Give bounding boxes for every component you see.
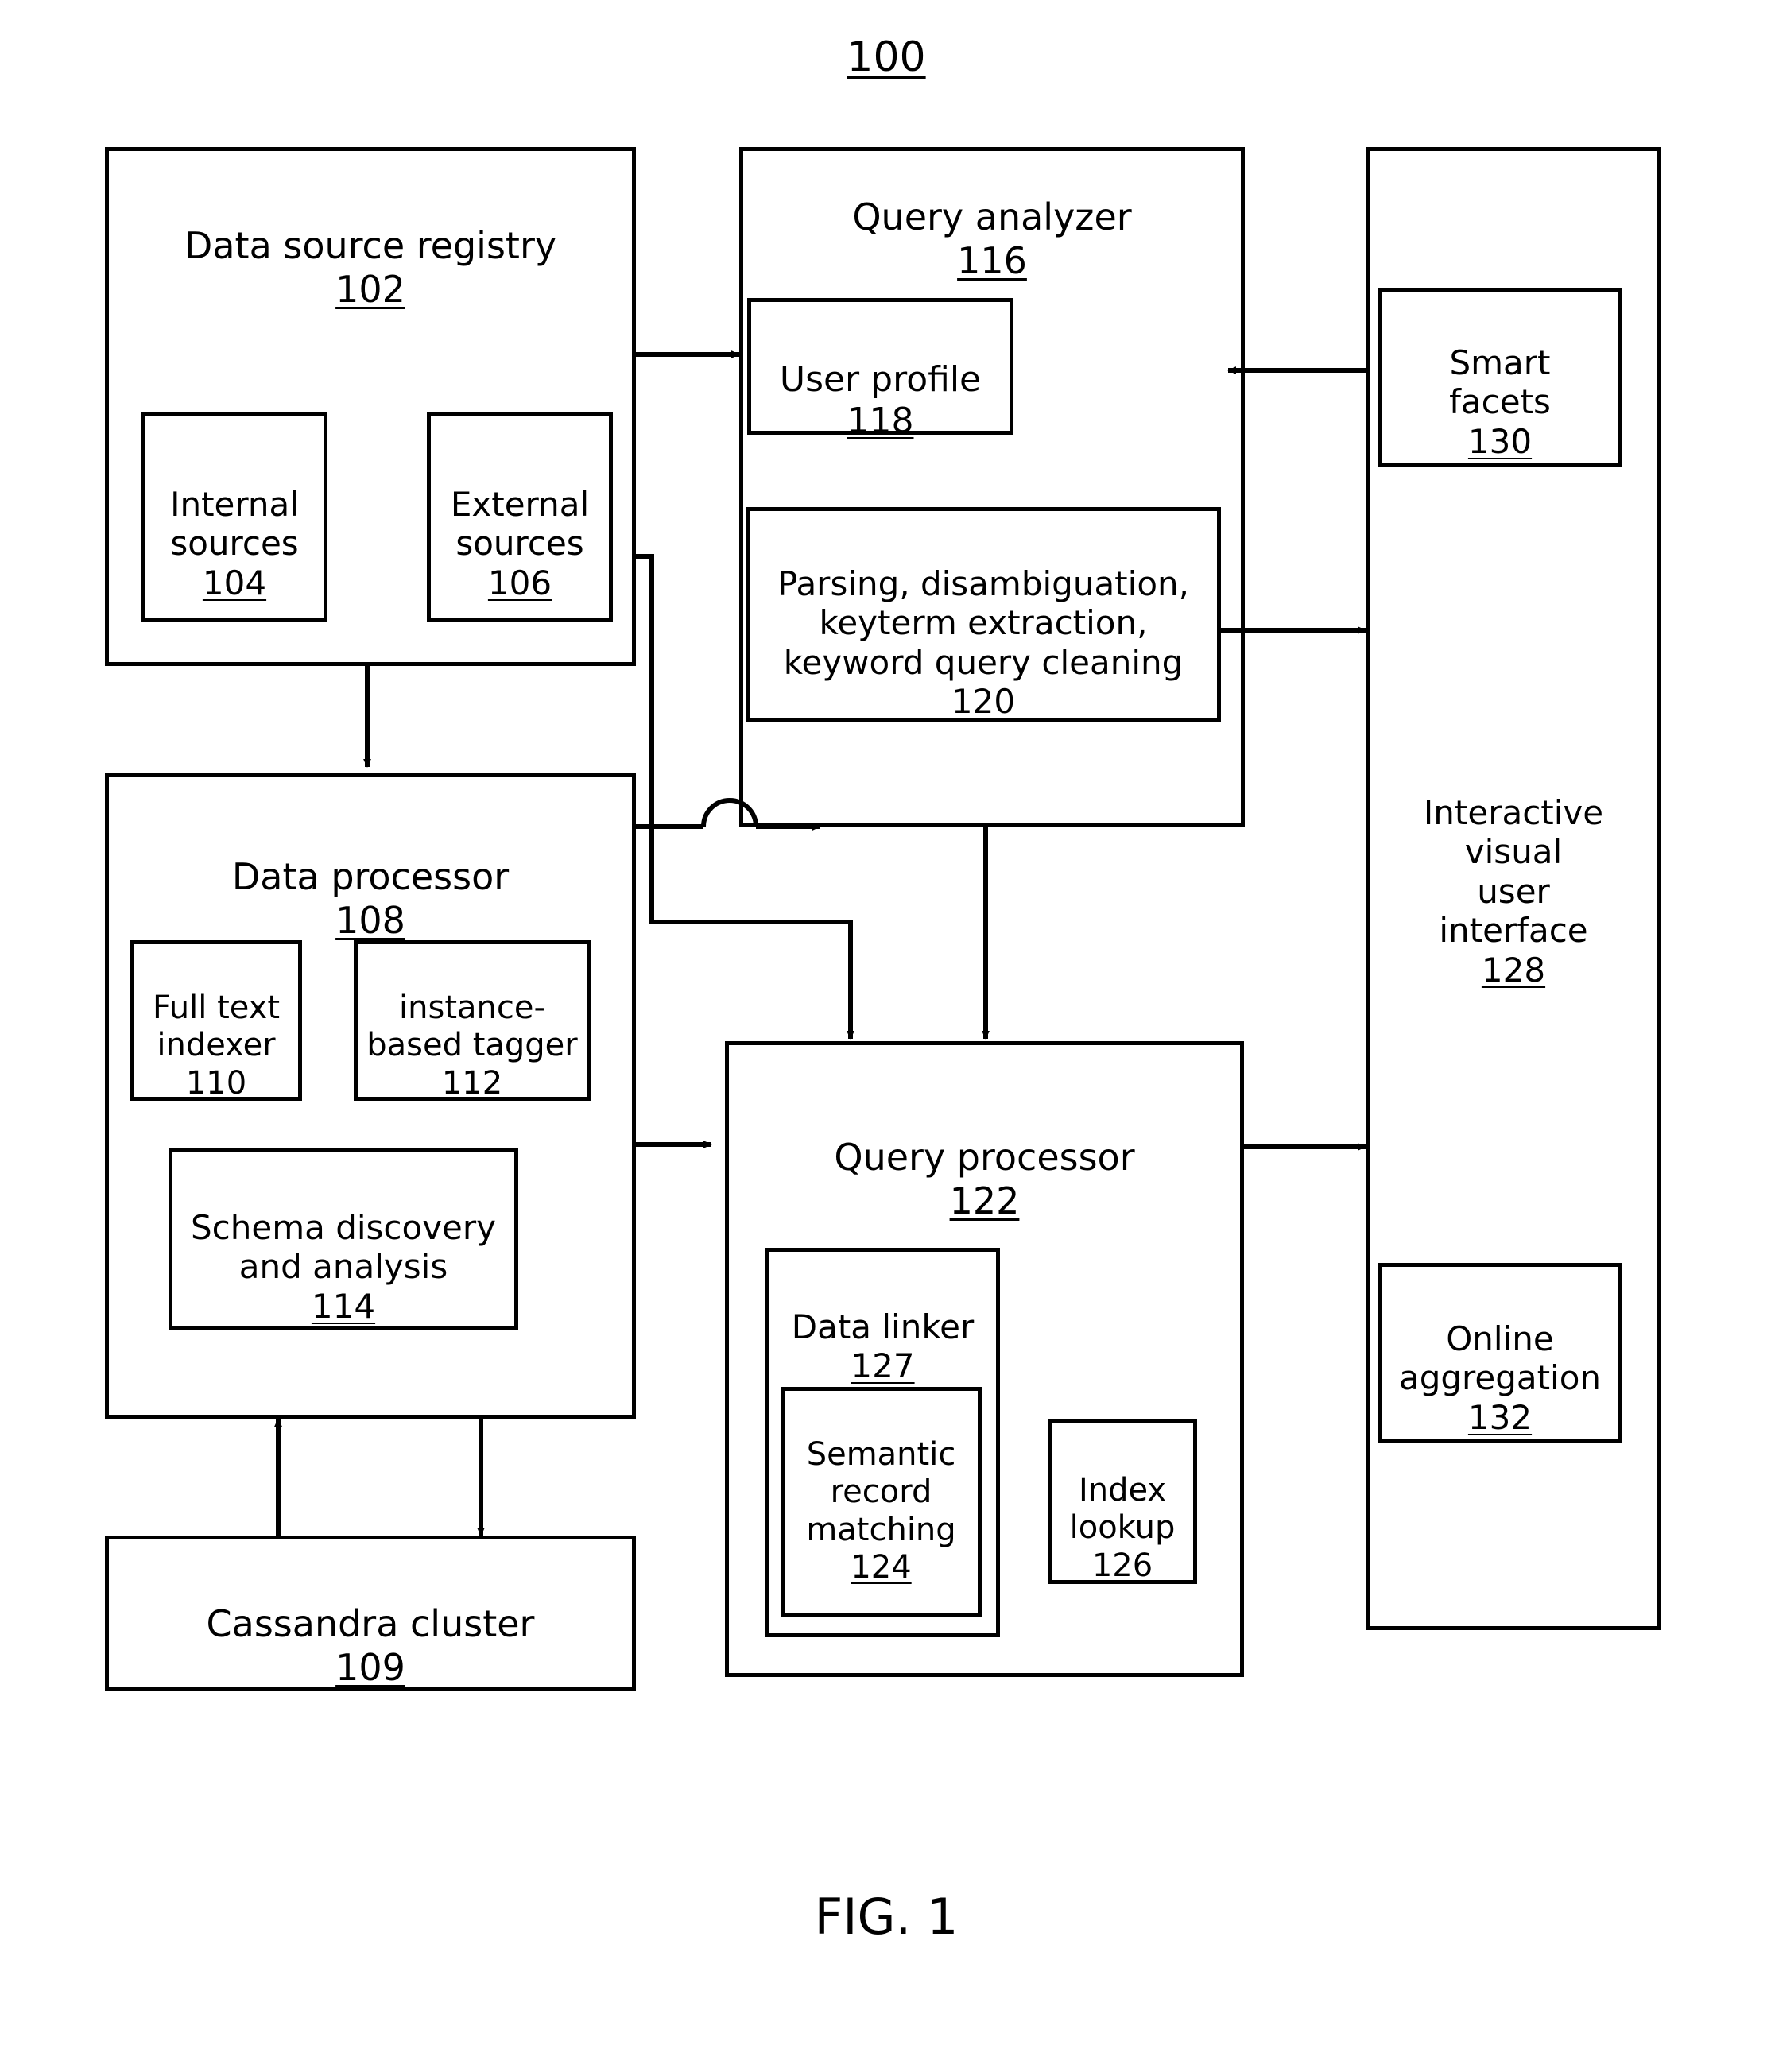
label-data-source-registry: Data source registry 102 [184, 224, 557, 311]
label-user-profile: User profile 118 [779, 358, 982, 441]
wire-external-to-query-processor [649, 819, 854, 1040]
figure-ref-number: 100 [847, 33, 926, 81]
label-schema-discovery: Schema discovery and analysis 114 [190, 1207, 497, 1326]
label-index-lookup: Index lookup 126 [1069, 1472, 1176, 1584]
figure-caption: FIG. 1 [814, 1888, 959, 1946]
patent-figure-1: 100 Data source registry 102 Internal so… [0, 0, 1771, 2072]
label-instance-based-tagger: instance- based tagger 112 [366, 990, 578, 1102]
label-semantic-record-matching: Semantic record matching 124 [806, 1436, 956, 1586]
label-cassandra-cluster: Cassandra cluster 109 [206, 1602, 535, 1689]
label-parsing-disambiguation: Parsing, disambiguation, keyterm extract… [777, 564, 1189, 722]
label-online-aggregation: Online aggregation 132 [1398, 1319, 1602, 1437]
label-query-processor: Query processor 122 [834, 1136, 1135, 1222]
label-internal-sources: Internal sources 104 [170, 484, 299, 602]
label-interactive-visual-user-interface: Interactive visual user interface 128 [1423, 792, 1604, 990]
label-external-sources: External sources 106 [450, 484, 590, 602]
wire-external-trunk [636, 554, 654, 819]
label-full-text-indexer: Full text indexer 110 [152, 990, 281, 1102]
label-smart-facets: Smart facets 130 [1449, 343, 1551, 461]
